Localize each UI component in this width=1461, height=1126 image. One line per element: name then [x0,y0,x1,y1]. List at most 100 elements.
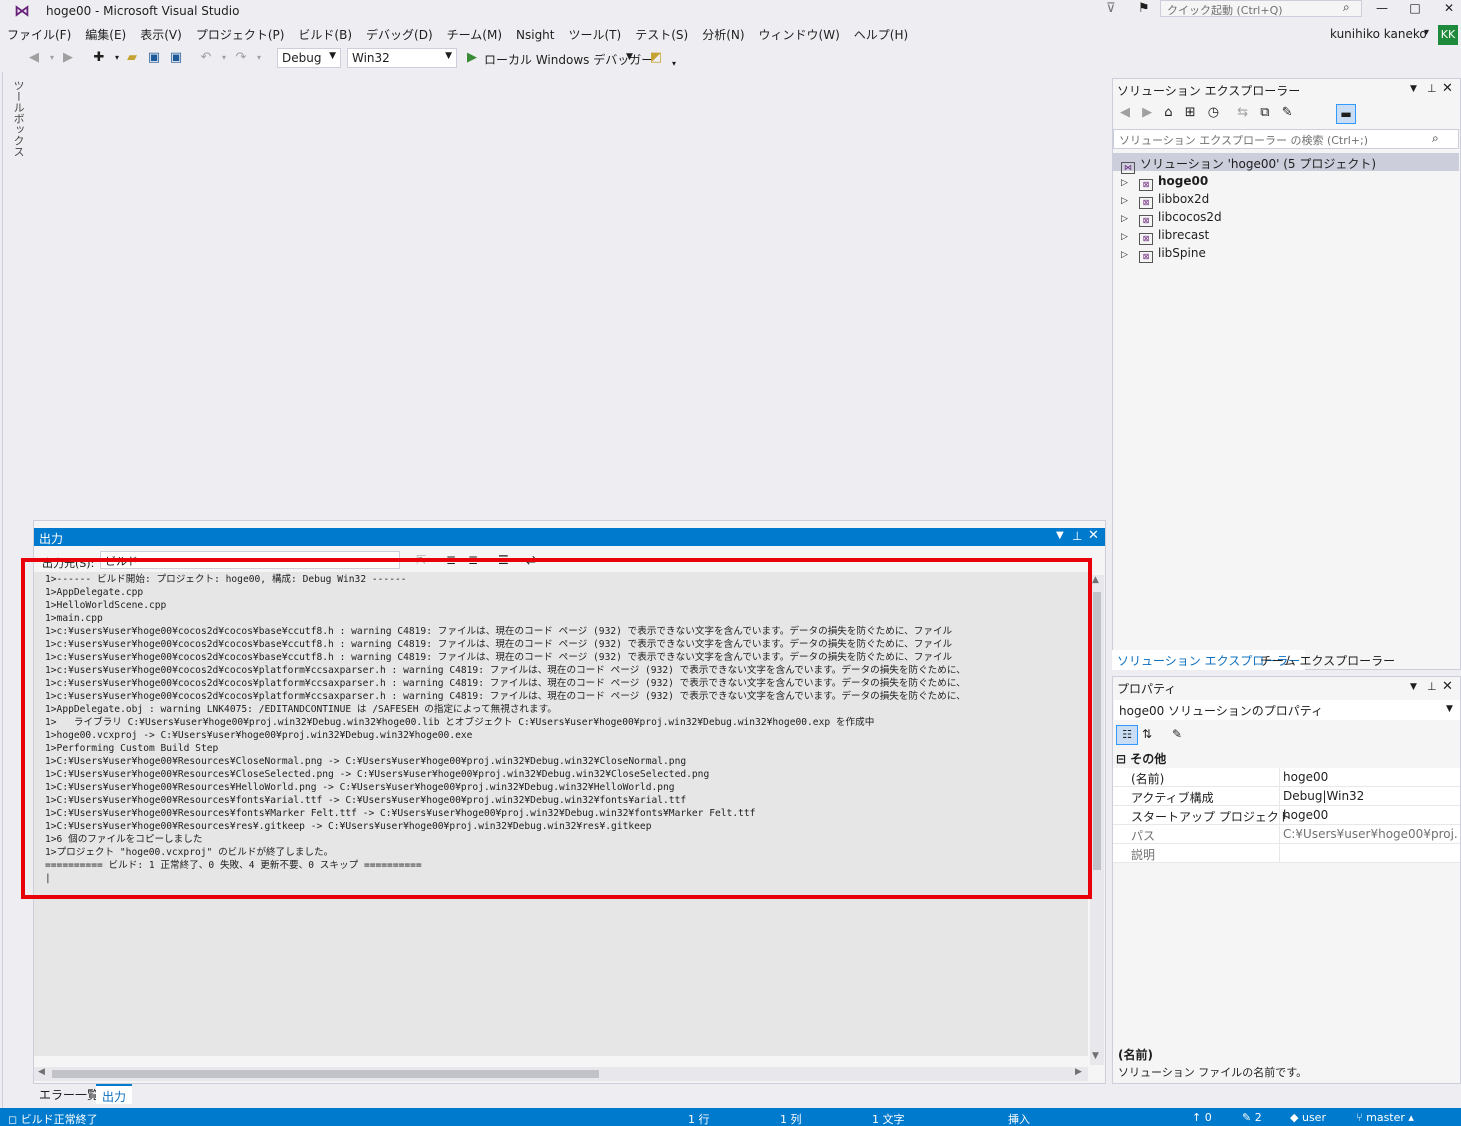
chevron-down-icon[interactable]: ▼ [1056,530,1064,541]
menu-item[interactable]: テスト(S) [628,24,695,45]
menu-item[interactable]: ツール(T) [562,24,629,45]
configuration-dropdown[interactable]: Debug ▼ [277,48,341,68]
pending-changes-filter-icon[interactable]: ◷ [1208,105,1219,120]
new-project-icon[interactable]: ✚ [91,50,107,66]
categorized-icon[interactable]: ☷ [1116,725,1138,745]
pin-icon[interactable]: ⊥ [1072,529,1082,543]
platform-dropdown[interactable]: Win32 ▼ [347,48,457,68]
quick-launch-input[interactable]: クイック起動 (Ctrl+Q) [1160,0,1362,17]
property-value[interactable]: Debug|Win32 [1283,789,1458,803]
expand-arrow-icon[interactable]: ▷ [1121,250,1139,260]
status-branch[interactable]: ⑂ master ▴ [1356,1111,1414,1124]
avatar[interactable]: KK [1438,25,1458,45]
tab-error-list[interactable]: エラー一覧 [33,1084,105,1104]
maximize-button[interactable]: □ [1403,0,1427,16]
tree-item-project[interactable]: ▷ ⊠ libSpine [1121,246,1206,263]
expand-arrow-icon[interactable]: ▷ [1121,214,1139,224]
minimize-button[interactable]: — [1370,0,1394,16]
tab-team-explorer[interactable]: チーム エクスプローラー [1255,650,1400,670]
redo-icon[interactable]: ↷ [233,50,249,66]
expand-arrow-icon[interactable]: ▷ [1121,196,1139,206]
property-category[interactable]: ⊟ その他 [1116,750,1166,767]
tab-output[interactable]: 出力 [96,1084,133,1104]
close-icon[interactable]: ✕ [1088,528,1099,543]
chevron-down-icon[interactable]: ▼ [1410,84,1417,94]
alphabetical-icon[interactable]: ⇅ [1142,727,1152,741]
search-icon[interactable]: ⌕ [1343,0,1350,15]
toolbox-tab[interactable]: ツールボックス [10,80,26,157]
chevron-down-icon[interactable]: ▾ [44,50,60,66]
save-all-icon[interactable]: ▣ [168,50,184,66]
collapse-icon[interactable]: ⊟ [1116,752,1126,766]
property-value[interactable]: hoge00 [1283,808,1458,822]
chevron-down-icon[interactable]: ▾ [109,50,125,66]
close-icon[interactable]: ✕ [1442,81,1453,96]
user-name[interactable]: kunihiko kaneko [1330,27,1427,41]
collapse-all-icon[interactable]: ⧉ [1260,105,1269,120]
forward-icon[interactable]: ▶ [60,50,76,66]
expand-arrow-icon[interactable]: ▷ [1121,178,1139,188]
start-debugging-icon[interactable]: ▶ [467,50,477,65]
pin-icon[interactable]: ⊥ [1427,82,1437,95]
chevron-down-icon[interactable]: ▼ [1446,704,1453,714]
close-window-button[interactable]: ✕ [1437,0,1461,16]
property-row[interactable]: 説明 [1113,844,1460,863]
property-row[interactable]: スタートアップ プロジェクト hoge00 [1113,806,1460,825]
menu-item[interactable]: ウィンドウ(W) [752,24,847,45]
home-icon[interactable]: ⌂ [1164,105,1172,120]
feedback-icon[interactable]: ⚑ [1138,1,1150,16]
solution-explorer-search-input[interactable]: ソリューション エクスプローラー の検索 (Ctrl+;) [1113,129,1459,149]
back-icon[interactable]: ◀ [1120,105,1130,120]
properties-object-selector[interactable]: hoge00 ソリューションのプロパティ [1114,700,1460,720]
switch-views-icon[interactable]: ⊞ [1185,105,1196,120]
chevron-down-icon[interactable]: ▾ [216,50,232,66]
wrench-icon[interactable]: ✎ [1282,105,1293,120]
find-in-files-icon[interactable]: ◩ [648,50,664,66]
scroll-up-icon[interactable]: ▲ [1092,575,1099,585]
close-icon[interactable]: ✕ [1442,679,1453,694]
status-push-count[interactable]: ↑ 0 [1192,1111,1212,1124]
property-value[interactable]: C:¥Users¥user¥hoge00¥proj.win32 [1283,827,1458,841]
chevron-down-icon[interactable]: ▼ [1410,682,1417,692]
preview-selected-items-icon[interactable]: ▬ [1336,104,1356,124]
menu-item[interactable]: Nsight [509,26,562,44]
scroll-right-icon[interactable]: ▶ [1075,1067,1082,1077]
tree-item-project[interactable]: ▷ ⊠ libbox2d [1121,192,1209,209]
property-row[interactable]: パス C:¥Users¥user¥hoge00¥proj.win32 [1113,825,1460,844]
chevron-down-icon[interactable]: ▾ [251,50,267,66]
menu-item[interactable]: ヘルプ(H) [847,24,915,45]
expand-arrow-icon[interactable]: ▷ [1121,232,1139,242]
property-value[interactable]: hoge00 [1283,770,1458,784]
property-row[interactable]: アクティブ構成 Debug|Win32 [1113,787,1460,806]
vertical-scrollbar-thumb[interactable] [1093,592,1101,870]
menu-item[interactable]: チーム(M) [440,24,509,45]
forward-icon[interactable]: ▶ [1142,105,1152,120]
menu-item[interactable]: ファイル(F) [0,24,78,45]
undo-icon[interactable]: ↶ [198,50,214,66]
status-pending-changes[interactable]: ✎ 2 [1242,1111,1262,1124]
tree-item-solution[interactable]: ⋈ ソリューション 'hoge00' (5 プロジェクト) [1121,155,1376,174]
menu-item[interactable]: ビルド(B) [291,24,359,45]
property-row[interactable]: (名前) hoge00 [1113,768,1460,787]
tree-item-project[interactable]: ▷ ⊠ libcocos2d [1121,210,1222,227]
tree-item-project[interactable]: ▷ ⊠ hoge00 [1121,174,1208,191]
open-folder-icon[interactable]: ▰ [124,50,140,66]
menu-item[interactable]: 分析(N) [695,24,751,45]
menu-item[interactable]: 表示(V) [133,24,189,45]
chevron-down-icon[interactable]: ▼ [626,52,633,62]
status-repository[interactable]: ◆ user [1290,1111,1326,1124]
wrench-icon[interactable]: ✎ [1172,727,1182,741]
search-icon[interactable]: ⌕ [1432,131,1439,146]
horizontal-scrollbar-thumb[interactable] [52,1070,599,1078]
tree-item-project[interactable]: ▷ ⊠ librecast [1121,228,1209,245]
filter-icon[interactable]: ⊽ [1106,1,1116,16]
chevron-down-icon[interactable]: ▾ [1424,27,1429,38]
toolbar-options-icon[interactable]: ▾ [666,56,682,72]
menu-item[interactable]: デバッグ(D) [359,24,440,45]
save-icon[interactable]: ▣ [146,50,162,66]
back-icon[interactable]: ◀ [26,50,42,66]
sync-icon[interactable]: ⇆ [1237,105,1248,120]
scroll-left-icon[interactable]: ◀ [38,1067,45,1077]
scroll-down-icon[interactable]: ▼ [1092,1051,1099,1061]
menu-item[interactable]: 編集(E) [78,24,133,45]
